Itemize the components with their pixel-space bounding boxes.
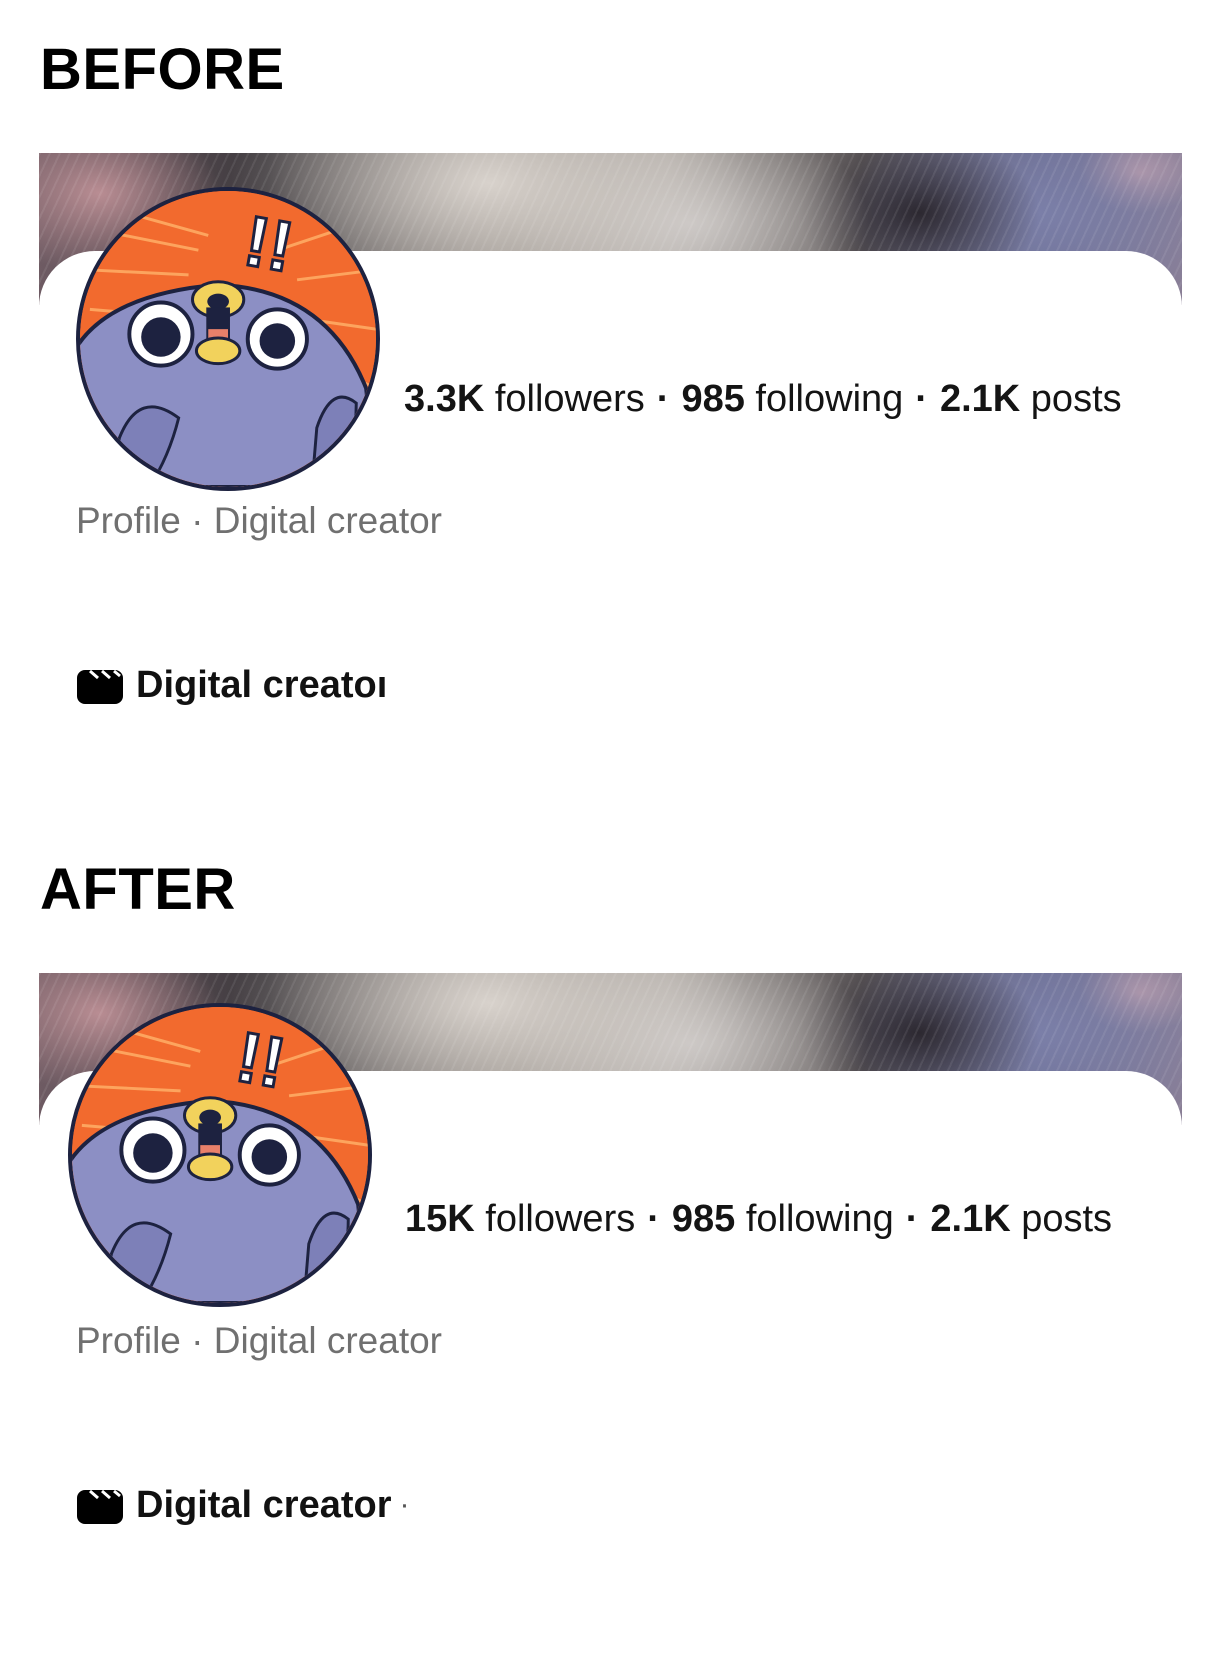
profile-type-line: Profile · Digital creator <box>76 500 443 541</box>
following-link[interactable]: 985 following <box>672 1198 894 1240</box>
section-heading: BEFORE <box>40 37 285 102</box>
followers-link[interactable]: 3.3K followers <box>404 378 645 420</box>
clapperboard-icon <box>77 669 123 704</box>
followers-link[interactable]: 15K followers <box>405 1198 635 1240</box>
category-row[interactable]: Digital creator · <box>76 1480 410 1530</box>
category-row[interactable]: Digital creatoı <box>76 660 395 710</box>
after-section: AFTER !! 15K followers · 985 following ·… <box>0 820 1220 1640</box>
profile-avatar[interactable]: !! <box>68 1003 372 1307</box>
clapperboard-icon <box>77 1489 123 1524</box>
section-heading: AFTER <box>40 857 236 922</box>
profile-type-line: Profile · Digital creator <box>76 1320 443 1361</box>
shocked-pigeon-avatar-icon: !! <box>72 1007 368 1303</box>
profile-stats: 3.3K followers · 985 following · 2.1K posts <box>404 378 1122 420</box>
category-trail: · <box>399 1488 410 1521</box>
category-label: Digital creatoı <box>136 663 388 706</box>
before-section: BEFORE !! 3.3K followers · 985 following… <box>0 0 1220 820</box>
category-label: Digital creator <box>136 1483 392 1526</box>
shocked-pigeon-avatar-icon: !! <box>80 191 376 487</box>
posts-count: 2.1K posts <box>939 378 1122 420</box>
posts-count: 2.1K posts <box>930 1198 1113 1240</box>
profile-stats: 15K followers · 985 following · 2.1K posts <box>405 1198 1113 1240</box>
profile-avatar[interactable]: !! <box>76 187 380 491</box>
following-link[interactable]: 985 following <box>681 378 903 420</box>
